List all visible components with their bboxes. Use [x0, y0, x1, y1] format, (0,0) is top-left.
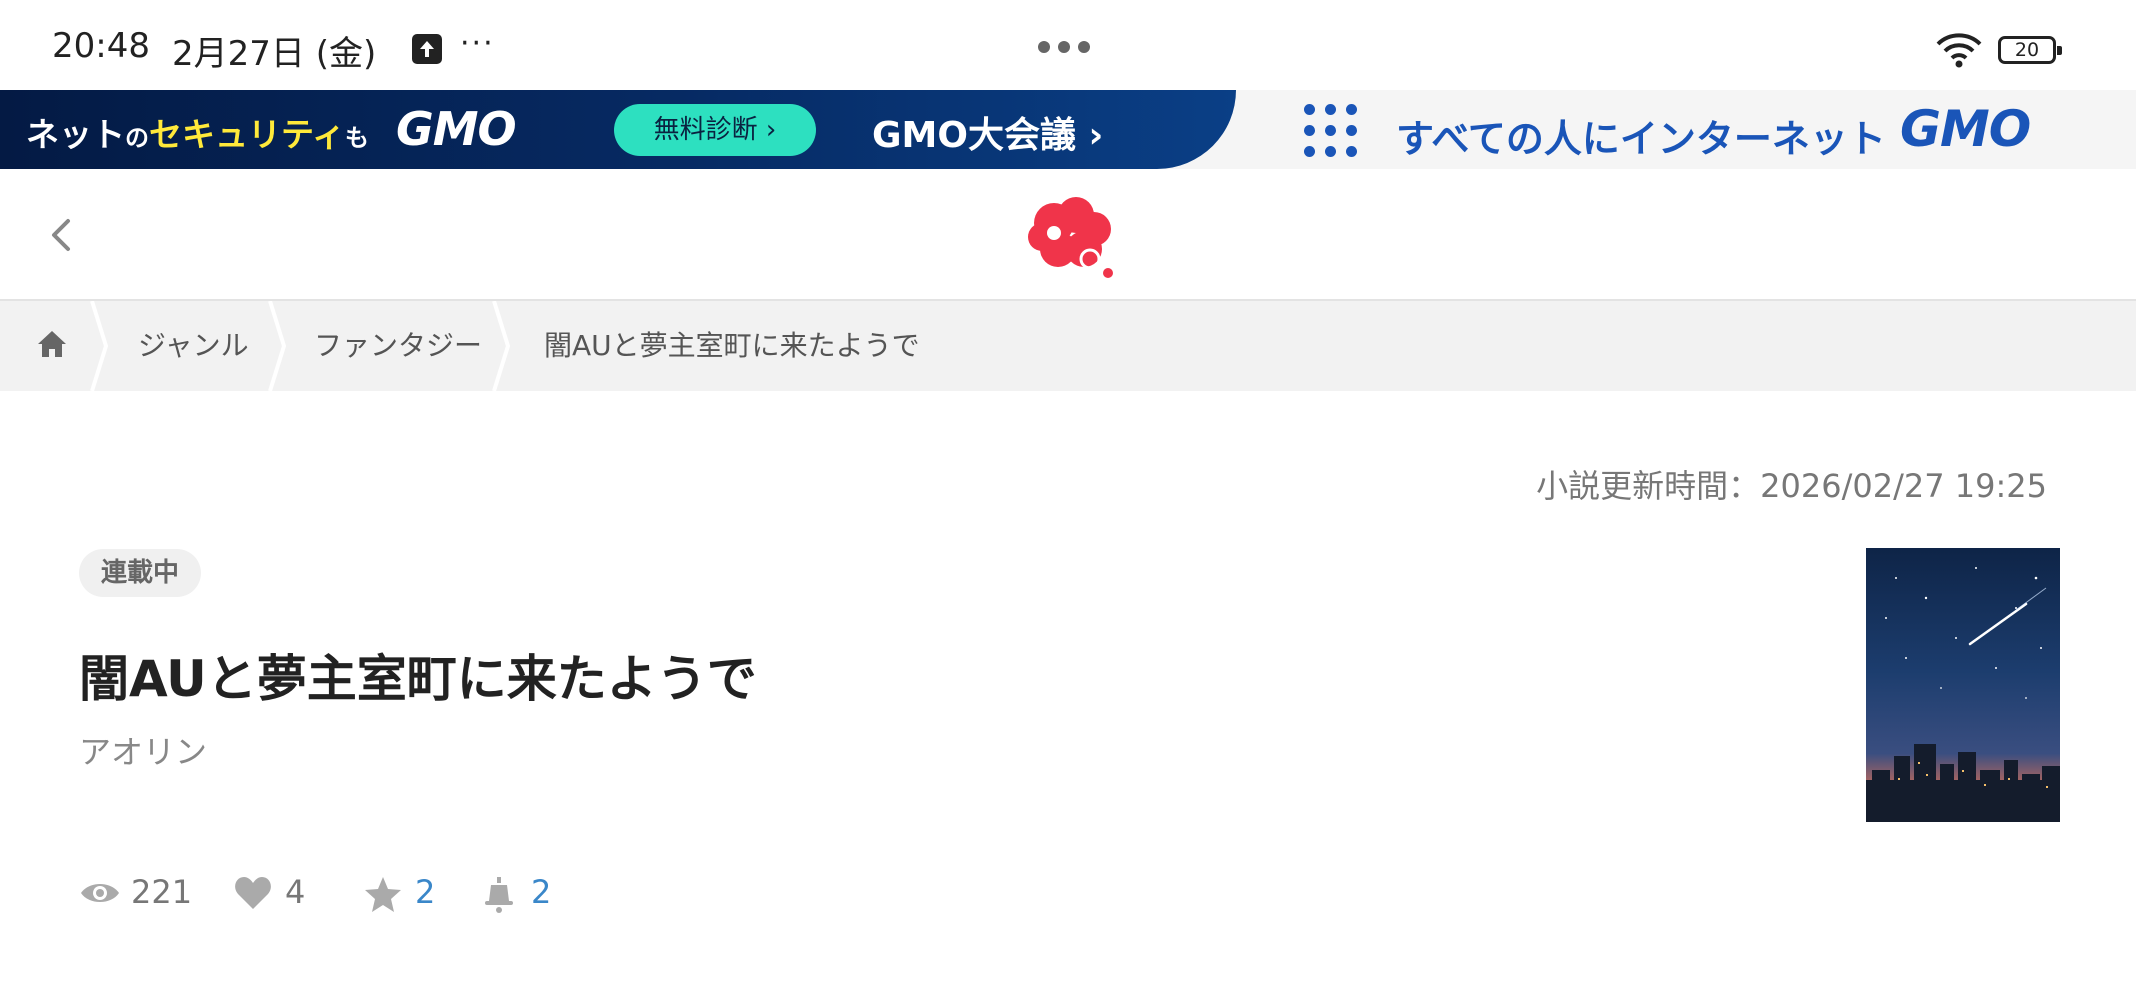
app-header [0, 169, 2136, 301]
window-handle-icon[interactable] [1038, 38, 1098, 57]
star-icon[interactable] [363, 875, 403, 913]
battery-icon: 20 [1998, 36, 2062, 64]
stars-count[interactable]: 2 [415, 873, 435, 911]
updated-time: 小説更新時間：2026/02/27 19:25 [1536, 467, 2047, 505]
upload-icon [412, 34, 442, 64]
breadcrumb: ジャンル ファンタジー 闇AUと夢主室町に来たようで [0, 301, 2136, 391]
breadcrumb-separator [90, 301, 109, 391]
author-name[interactable]: アオリン [79, 727, 207, 773]
home-icon[interactable] [36, 329, 68, 359]
site-logo-icon[interactable] [1024, 193, 1116, 279]
breadcrumb-fantasy[interactable]: ファンタジー [314, 301, 482, 391]
novel-title: 闇AUと夢主室町に来たようで [79, 650, 757, 708]
bookmarks-count[interactable]: 2 [531, 873, 551, 911]
status-date: 2月27日 (金) [172, 34, 377, 74]
ad-banner[interactable]: ネットのセキュリティも GMO 無料診断 › GMO大会議 › すべての人にイン… [0, 90, 2136, 169]
more-notifications-icon: ··· [460, 26, 495, 61]
wifi-icon [1936, 33, 1982, 68]
breadcrumb-separator [268, 301, 287, 391]
likes-count: 4 [285, 873, 306, 911]
breadcrumb-separator [492, 301, 511, 391]
ad-slogan: すべての人にインターネット [1396, 117, 1886, 161]
gmo-logo: GMO [396, 102, 517, 156]
status-time: 20:48 [52, 26, 150, 66]
back-arrow-icon[interactable] [40, 213, 80, 257]
bell-icon[interactable] [479, 875, 519, 915]
heart-icon[interactable] [233, 875, 273, 911]
ad-free-diagnosis-button[interactable]: 無料診断 › [614, 104, 816, 156]
ad-event-link[interactable]: GMO大会議 › [872, 106, 1103, 158]
ad-tagline: ネットのセキュリティも [26, 115, 370, 154]
breadcrumb-current: 闇AUと夢主室町に来たようで [544, 329, 920, 362]
ad-left-panel[interactable]: ネットのセキュリティも GMO 無料診断 › GMO大会議 › [0, 90, 1236, 169]
ad-dots-logo-icon [1304, 104, 1360, 160]
status-badge: 連載中 [79, 549, 202, 597]
eye-icon [81, 884, 119, 902]
breadcrumb-genre[interactable]: ジャンル [138, 301, 249, 391]
gmo-right-logo: GMO [1900, 100, 2031, 158]
views-count: 221 [131, 873, 193, 911]
cover-image[interactable] [1866, 548, 2060, 822]
status-bar: 20:48 2月27日 (金) ··· 20 [0, 0, 2136, 90]
novel-card: 小説更新時間：2026/02/27 19:25 連載中 闇AUと夢主室町に来たよ… [13, 391, 2123, 1001]
